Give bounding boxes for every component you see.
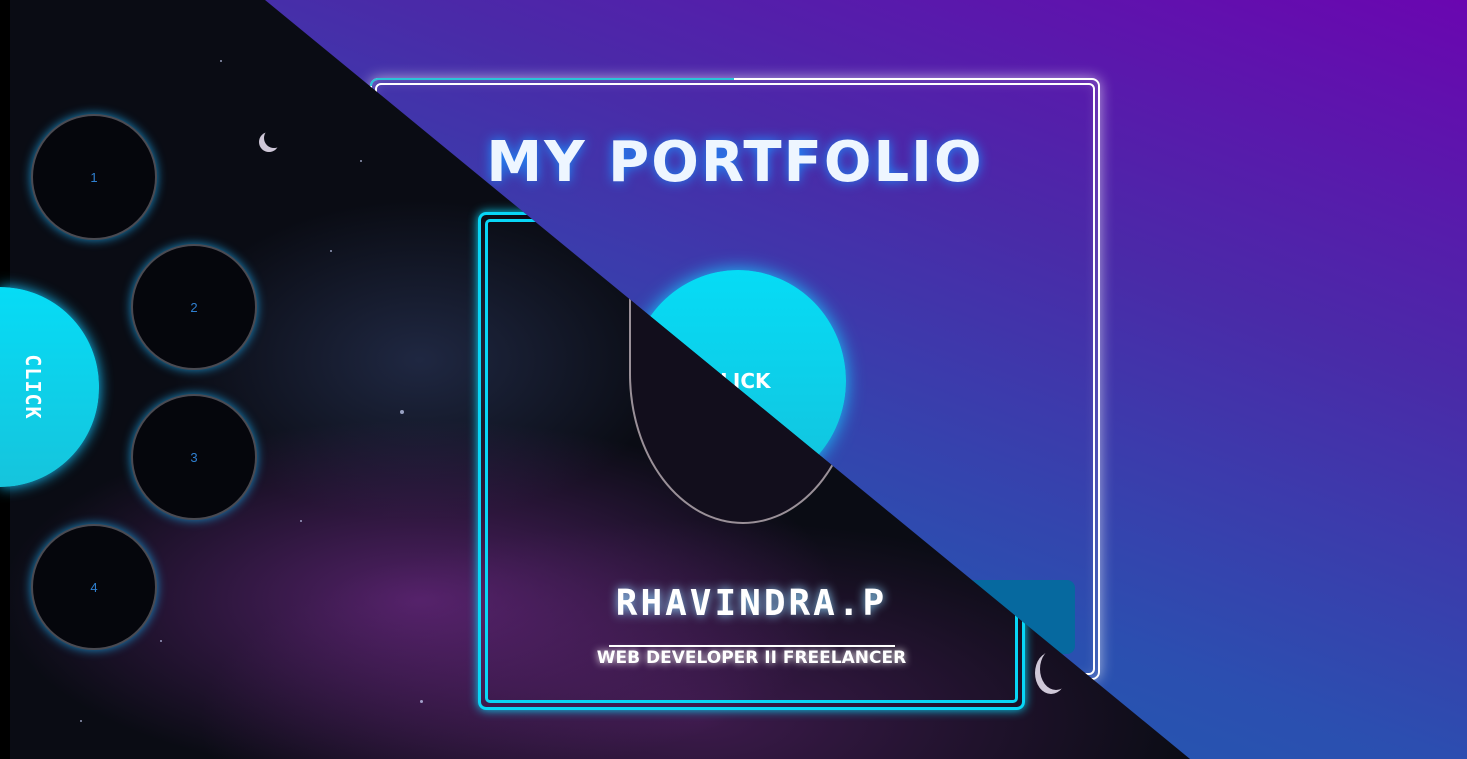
profile-name: RHAVINDRA.P (615, 583, 888, 624)
star (360, 160, 362, 162)
menu-toggle-label: CLICK (21, 354, 45, 420)
star (330, 250, 332, 252)
moon-icon (264, 128, 284, 148)
profile-subtitle: WEB DEVELOPER II FREELANCER (596, 648, 907, 668)
menu-item-2[interactable]: 2 (131, 244, 257, 370)
star (160, 640, 162, 642)
divider (609, 645, 895, 647)
star (420, 700, 423, 703)
menu-item-4[interactable]: 4 (31, 524, 157, 650)
star (220, 60, 222, 62)
star (300, 520, 302, 522)
panel-border-accent (370, 78, 734, 86)
menu-toggle-button[interactable]: CLICK (0, 287, 99, 487)
star (400, 410, 404, 414)
menu-item-3[interactable]: 3 (131, 394, 257, 520)
star (80, 720, 82, 722)
menu-item-1[interactable]: 1 (31, 114, 157, 240)
